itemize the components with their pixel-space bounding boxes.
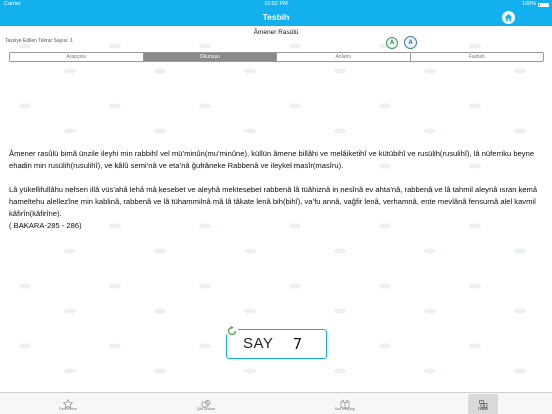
prayer-text: Âmener rasûlü bimâ ünzile ileyhi min rab… (9, 148, 544, 233)
tab-label: Tesbih (477, 407, 489, 411)
recommended-repeat-count: Tavsiye Edilen Tekrar Sayısı: 1 (5, 38, 73, 44)
prayer-paragraph-1: Âmener rasûlü bimâ ünzile ileyhi min rab… (9, 149, 535, 171)
segment-okunusu[interactable]: Okunuşu (143, 53, 277, 61)
segment-fazileti[interactable]: Fazileti (411, 53, 544, 61)
font-small-icon: A (389, 40, 395, 46)
status-bar: Carrier 10:52 PM 100% (0, 0, 552, 9)
segment-anlami[interactable]: Anlamı (277, 53, 411, 61)
battery-icon (538, 2, 549, 7)
increase-font-button[interactable]: A (404, 36, 417, 49)
tab-dua-kitapligi[interactable]: Dua Kitaplığı (330, 394, 360, 414)
nav-title: Tesbih (262, 12, 290, 22)
star-icon (62, 396, 74, 409)
book-icon (340, 396, 350, 409)
tab-tesbih[interactable]: Tesbih (468, 394, 498, 414)
prayer-reference: ( BAKARA-285 - 286) (9, 221, 82, 231)
refresh-icon (227, 325, 236, 335)
tab-label: Dua Kitaplığı (334, 407, 356, 411)
medicine-icon (201, 396, 211, 408)
bottom-tab-bar: Favorilerim Şifa Duaları Dua Kitaplığı T… (0, 392, 552, 414)
clock: 10:52 PM (264, 1, 288, 7)
prayer-paragraph-2: Lâ yükellifullâhu nefsen illâ vüs’ahâ le… (9, 184, 538, 219)
tab-favorilerim[interactable]: Favorilerim (53, 394, 83, 414)
decrease-font-button[interactable]: A (386, 37, 398, 49)
main-content: Âmener Rasûlü Tavsiye Edilen Tekrar Sayı… (0, 26, 552, 392)
reset-counter-button[interactable] (225, 324, 238, 337)
segment-arapcasi[interactable]: Arapçası (10, 53, 144, 61)
navigation-bar: Tesbih (0, 9, 552, 26)
battery-percent: 100% (521, 1, 536, 7)
page-title: Âmener Rasûlü (253, 29, 299, 36)
font-large-icon: A (408, 39, 413, 46)
home-button[interactable] (502, 11, 515, 24)
content-segmented-control: Arapçası Okunuşu Anlamı Fazileti (9, 52, 544, 62)
tesbih-icon (478, 396, 488, 408)
home-icon (504, 13, 513, 22)
tab-label: Favorilerim (59, 407, 77, 411)
tab-label: Şifa Duaları (196, 407, 216, 411)
tab-sifa-dualari[interactable]: Şifa Duaları (191, 394, 221, 414)
